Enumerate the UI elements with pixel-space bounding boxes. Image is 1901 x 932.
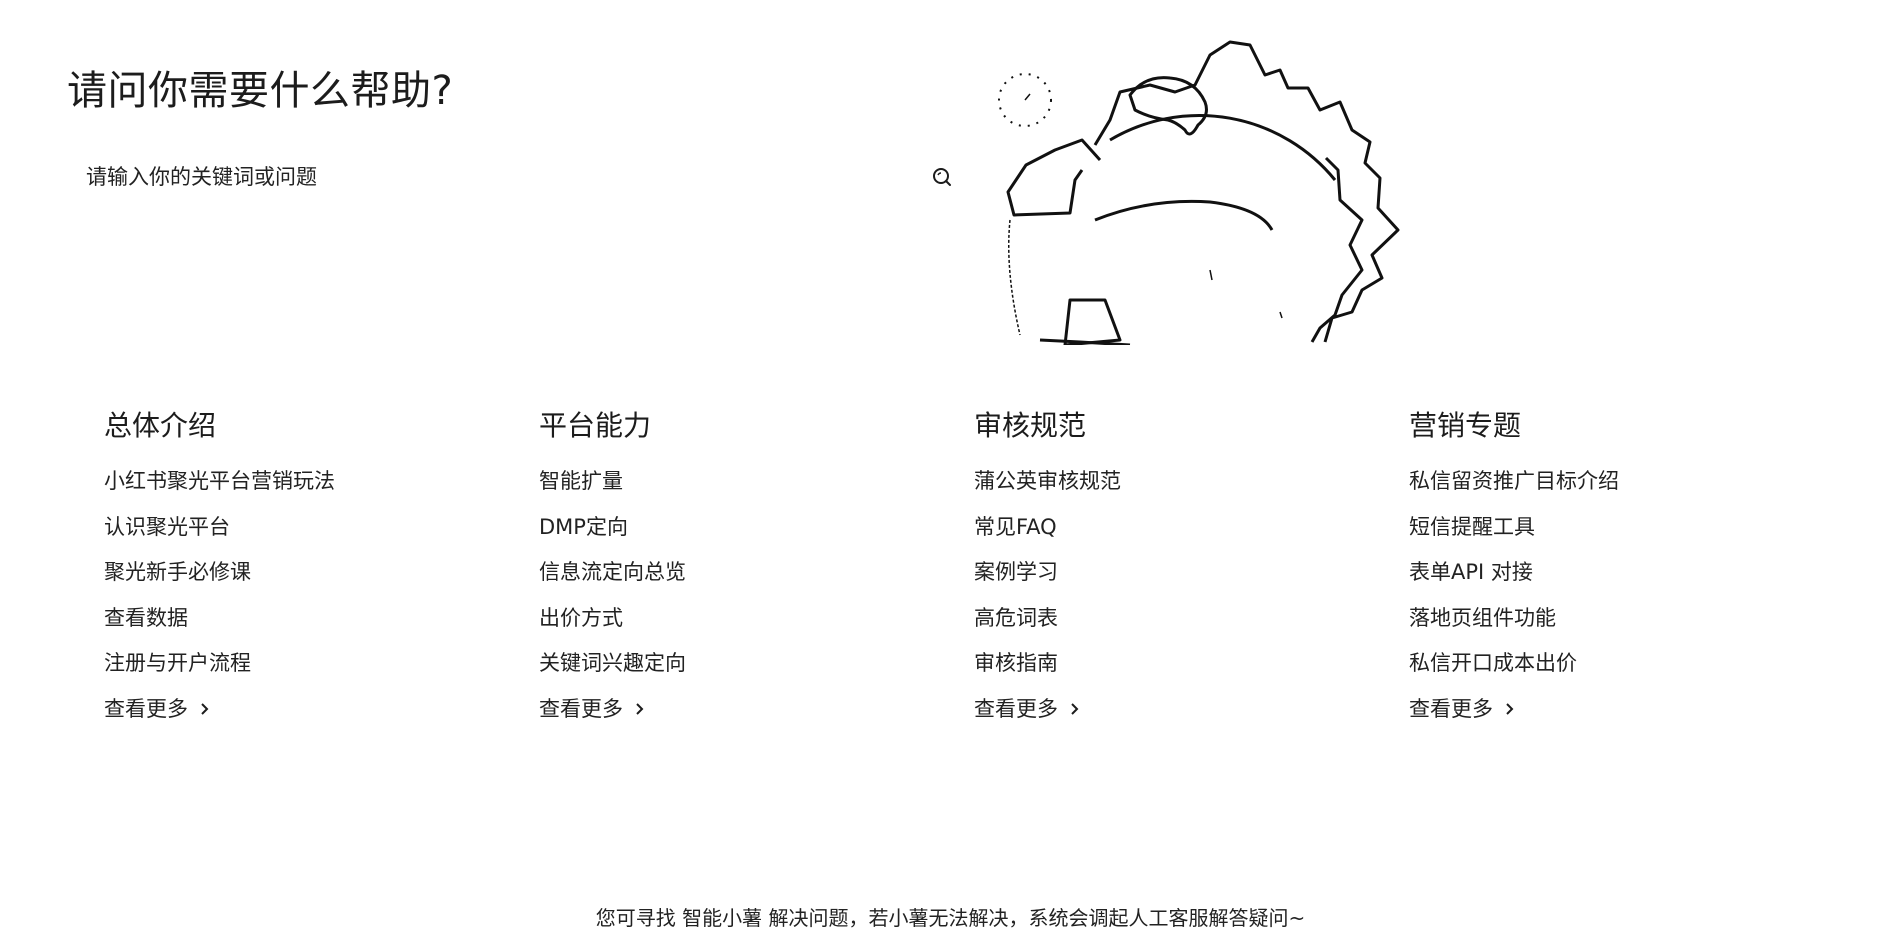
category-link[interactable]: 关键词兴趣定向	[539, 648, 974, 678]
search-bar	[80, 150, 960, 204]
category-link[interactable]: 出价方式	[539, 603, 974, 633]
search-input[interactable]	[80, 157, 930, 197]
category-platform: 平台能力 智能扩量 DMP定向 信息流定向总览 出价方式 关键词兴趣定向 查看更…	[539, 408, 974, 724]
category-list: 智能扩量 DMP定向 信息流定向总览 出价方式 关键词兴趣定向	[539, 466, 974, 678]
category-marketing: 营销专题 私信留资推广目标介绍 短信提醒工具 表单API 对接 落地页组件功能 …	[1409, 408, 1844, 724]
view-more-link[interactable]: 查看更多	[539, 694, 647, 724]
category-link[interactable]: 认识聚光平台	[104, 512, 539, 542]
category-link[interactable]: 聚光新手必修课	[104, 557, 539, 587]
category-link[interactable]: DMP定向	[539, 512, 974, 542]
footer-note: 您可寻找 智能小薯 解决问题，若小薯无法解决，系统会调起人工客服解答疑问~	[595, 906, 1306, 930]
gear-illustration	[998, 40, 1400, 345]
search-icon[interactable]	[930, 165, 954, 189]
category-list: 蒲公英审核规范 常见FAQ 案例学习 高危词表 审核指南	[974, 466, 1409, 678]
category-overview: 总体介绍 小红书聚光平台营销玩法 认识聚光平台 聚光新手必修课 查看数据 注册与…	[104, 408, 539, 724]
category-link[interactable]: 智能扩量	[539, 466, 974, 496]
view-more-label: 查看更多	[104, 696, 188, 721]
view-more-link[interactable]: 查看更多	[1409, 694, 1517, 724]
category-link[interactable]: 小红书聚光平台营销玩法	[104, 466, 539, 496]
category-grid: 总体介绍 小红书聚光平台营销玩法 认识聚光平台 聚光新手必修课 查看数据 注册与…	[104, 408, 1844, 724]
category-link[interactable]: 私信开口成本出价	[1409, 648, 1844, 678]
category-link[interactable]: 案例学习	[974, 557, 1409, 587]
category-link[interactable]: 审核指南	[974, 648, 1409, 678]
category-link[interactable]: 短信提醒工具	[1409, 512, 1844, 542]
page-title: 请问你需要什么帮助?	[67, 68, 454, 114]
category-link[interactable]: 表单API 对接	[1409, 557, 1844, 587]
category-list: 私信留资推广目标介绍 短信提醒工具 表单API 对接 落地页组件功能 私信开口成…	[1409, 466, 1844, 678]
category-title: 平台能力	[539, 409, 652, 442]
view-more-link[interactable]: 查看更多	[974, 694, 1082, 724]
view-more-label: 查看更多	[539, 696, 623, 721]
category-title: 审核规范	[974, 409, 1087, 442]
category-link[interactable]: 落地页组件功能	[1409, 603, 1844, 633]
category-title: 总体介绍	[104, 409, 217, 442]
category-link[interactable]: 私信留资推广目标介绍	[1409, 466, 1844, 496]
view-more-label: 查看更多	[1409, 696, 1493, 721]
chevron-right-icon	[636, 702, 644, 715]
view-more-label: 查看更多	[974, 696, 1058, 721]
category-review: 审核规范 蒲公英审核规范 常见FAQ 案例学习 高危词表 审核指南 查看更多	[974, 408, 1409, 724]
category-link[interactable]: 信息流定向总览	[539, 557, 974, 587]
category-link[interactable]: 高危词表	[974, 603, 1409, 633]
category-list: 小红书聚光平台营销玩法 认识聚光平台 聚光新手必修课 查看数据 注册与开户流程	[104, 466, 539, 678]
category-link[interactable]: 查看数据	[104, 603, 539, 633]
category-title: 营销专题	[1409, 409, 1522, 442]
chevron-right-icon	[1506, 702, 1514, 715]
category-link[interactable]: 常见FAQ	[974, 512, 1409, 542]
view-more-link[interactable]: 查看更多	[104, 694, 212, 724]
category-link[interactable]: 注册与开户流程	[104, 648, 539, 678]
chevron-right-icon	[201, 702, 209, 715]
category-link[interactable]: 蒲公英审核规范	[974, 466, 1409, 496]
chevron-right-icon	[1071, 702, 1079, 715]
